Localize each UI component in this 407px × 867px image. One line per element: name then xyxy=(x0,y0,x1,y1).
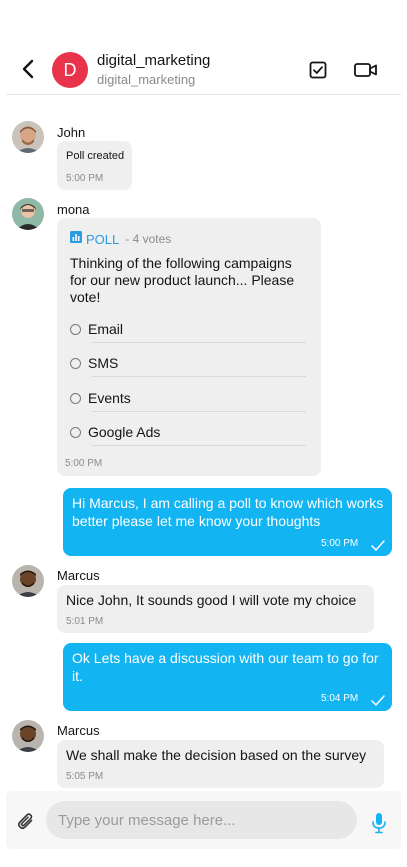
message-text: Ok Lets have a discussion with our team … xyxy=(72,650,379,684)
check-icon xyxy=(371,538,385,556)
poll-label: POLL xyxy=(86,231,120,247)
radio-button[interactable] xyxy=(70,426,81,438)
chat-header: D digital_marketing digital_marketing xyxy=(0,0,407,96)
poll-option-sms[interactable]: SMS xyxy=(70,353,306,373)
message-text: Hi Marcus, I am calling a poll to know w… xyxy=(72,495,384,529)
chat-title: digital_marketing xyxy=(97,52,211,69)
option-divider xyxy=(92,445,306,446)
message-text: We shall make the decision based on the … xyxy=(66,747,367,763)
message-composer xyxy=(6,791,401,849)
message-bubble-outgoing[interactable]: Hi Marcus, I am calling a poll to know w… xyxy=(63,488,392,556)
group-avatar[interactable]: D xyxy=(52,52,88,88)
radio-button[interactable] xyxy=(70,392,81,404)
bar-chart-icon xyxy=(70,230,82,248)
check-icon xyxy=(371,693,385,711)
avatar-marcus[interactable] xyxy=(12,720,44,752)
sender-name: John xyxy=(57,125,86,140)
poll-option-events[interactable]: Events xyxy=(70,388,306,408)
message-input[interactable] xyxy=(46,801,357,839)
message-time: 5:04 PM xyxy=(321,693,359,704)
option-divider xyxy=(92,376,306,377)
message-bubble-outgoing[interactable]: Ok Lets have a discussion with our team … xyxy=(63,643,392,711)
radio-button[interactable] xyxy=(70,323,81,335)
poll-votes: - 4 votes xyxy=(125,232,172,246)
chat-subtitle: digital_marketing xyxy=(97,72,196,87)
poll-question: Thinking of the following campaigns for … xyxy=(70,255,295,305)
avatar-marcus[interactable] xyxy=(12,565,44,597)
message-time: 5:00 PM xyxy=(66,173,104,184)
message-time: 5:01 PM xyxy=(66,616,104,627)
option-divider xyxy=(92,342,306,343)
message-bubble[interactable]: Nice John, It sounds good I will vote my… xyxy=(57,585,374,633)
message-time: 5:05 PM xyxy=(66,771,104,782)
message-time: 5:00 PM xyxy=(65,458,103,469)
option-divider xyxy=(92,411,306,412)
sender-name: Marcus xyxy=(57,568,100,583)
sender-name: Marcus xyxy=(57,723,100,738)
sender-name: mona xyxy=(57,202,90,217)
video-call-icon[interactable] xyxy=(353,60,379,85)
avatar-mona[interactable] xyxy=(12,198,44,230)
poll-option-label: Email xyxy=(88,321,124,337)
poll-icon[interactable] xyxy=(308,60,328,85)
message-bubble[interactable]: We shall make the decision based on the … xyxy=(57,740,384,788)
poll-option-label: Google Ads xyxy=(88,424,161,440)
poll-option-google-ads[interactable]: Google Ads xyxy=(70,422,306,442)
attachment-icon[interactable] xyxy=(16,811,36,836)
message-text: Poll created xyxy=(66,150,125,162)
avatar-john[interactable] xyxy=(12,121,44,153)
message-bubble[interactable]: Poll created 5:00 PM xyxy=(57,141,132,190)
poll-option-email[interactable]: Email xyxy=(70,319,306,339)
header-divider xyxy=(6,94,401,95)
poll-bubble[interactable]: POLL - 4 votes Thinking of the following… xyxy=(57,218,321,476)
poll-header: POLL - 4 votes xyxy=(70,230,171,248)
radio-button[interactable] xyxy=(70,357,81,369)
microphone-icon[interactable] xyxy=(371,812,387,839)
poll-option-label: Events xyxy=(88,390,131,406)
message-text: Nice John, It sounds good I will vote my… xyxy=(66,592,357,608)
poll-option-label: SMS xyxy=(88,355,119,371)
back-arrow-icon[interactable] xyxy=(16,57,40,81)
message-time: 5:00 PM xyxy=(321,538,359,549)
